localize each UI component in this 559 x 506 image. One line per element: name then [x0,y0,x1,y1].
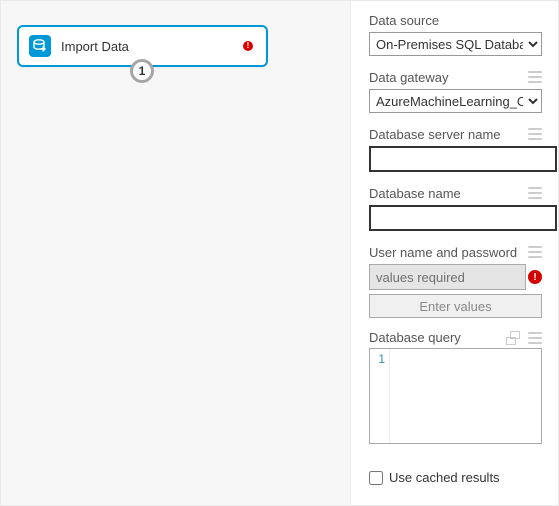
field-db-query: Database query 1 [369,330,542,444]
db-query-label: Database query [369,330,461,345]
data-gateway-select[interactable]: AzureMachineLearning_On [369,89,542,113]
db-name-input[interactable] [369,205,557,231]
database-import-icon [29,35,51,57]
db-name-label: Database name [369,186,461,201]
credentials-status: values required [369,264,526,290]
output-port-1[interactable]: 1 [130,59,154,83]
field-credentials: User name and password values required !… [369,243,542,318]
experiment-canvas[interactable]: Import Data ! 1 [1,1,351,505]
field-db-server: Database server name ! [369,125,542,172]
error-icon: ! [528,270,542,284]
enter-values-button[interactable]: Enter values [369,294,542,318]
db-query-textarea[interactable] [390,349,541,443]
menu-icon[interactable] [528,128,542,140]
data-gateway-label: Data gateway [369,70,449,85]
menu-icon[interactable] [528,332,542,344]
use-cached-row[interactable]: Use cached results [369,470,542,485]
menu-icon[interactable] [528,246,542,258]
credentials-label: User name and password [369,245,517,260]
data-source-select[interactable]: On-Premises SQL Database [369,32,542,56]
line-number: 1 [370,349,390,443]
menu-icon[interactable] [528,71,542,83]
menu-icon[interactable] [528,187,542,199]
field-db-name: Database name ! [369,184,542,231]
data-source-label: Data source [369,13,439,28]
properties-panel: Data source On-Premises SQL Database Dat… [351,1,558,505]
db-server-label: Database server name [369,127,501,142]
node-title: Import Data [61,39,240,54]
db-server-input[interactable] [369,146,557,172]
app-root: Import Data ! 1 Data source On-Premises … [0,0,559,506]
node-error-indicator: ! [240,38,256,54]
field-data-source: Data source On-Premises SQL Database [369,11,542,56]
field-data-gateway: Data gateway AzureMachineLearning_On [369,68,542,113]
popout-icon[interactable] [506,331,520,345]
use-cached-checkbox[interactable] [369,471,383,485]
db-query-editor[interactable]: 1 [369,348,542,444]
use-cached-label: Use cached results [389,470,500,485]
